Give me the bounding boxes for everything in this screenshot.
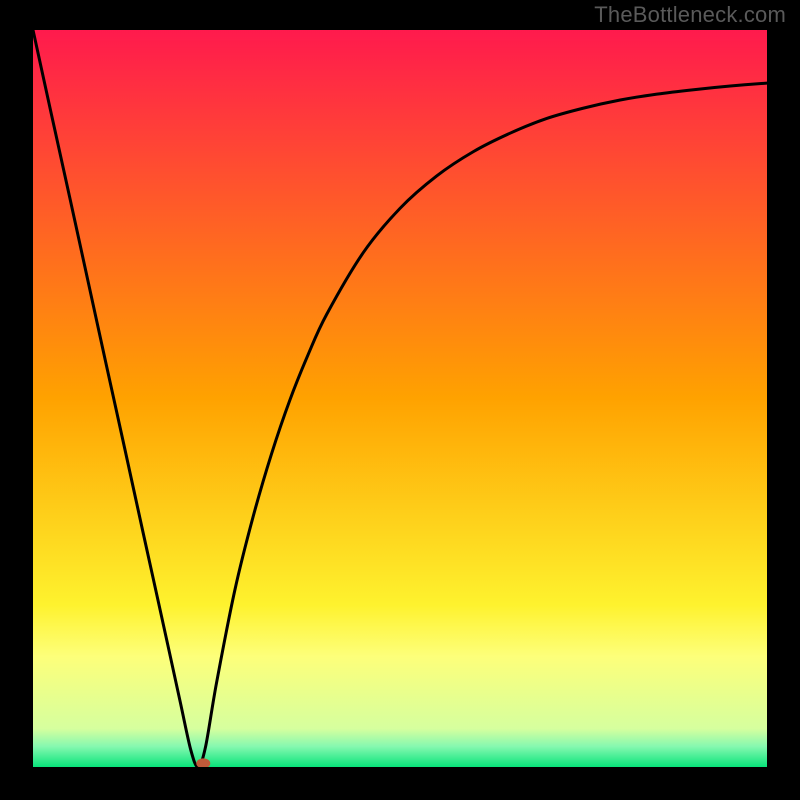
gradient-background — [33, 30, 767, 767]
watermark-text: TheBottleneck.com — [594, 2, 786, 28]
bottleneck-chart — [33, 30, 767, 767]
chart-plot-area — [33, 30, 767, 767]
